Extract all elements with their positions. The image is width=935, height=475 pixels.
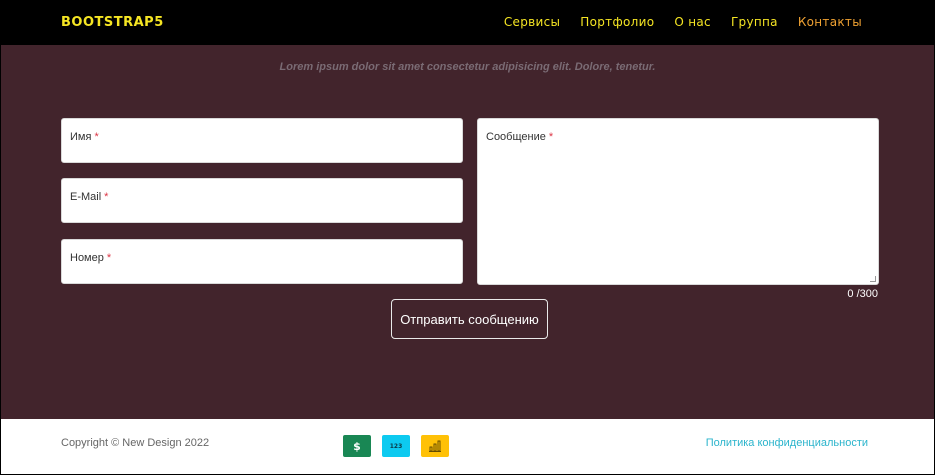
page: BOOTSTRAP5 Сервисы Портфолио О нас Групп…: [1, 1, 934, 474]
dollar-icon[interactable]: $: [343, 435, 371, 457]
name-label: Имя *: [70, 131, 99, 143]
submit-button[interactable]: Отправить сообщению: [391, 299, 548, 339]
message-label: Сообщение *: [486, 131, 554, 143]
privacy-policy-link[interactable]: Политика конфиденциальности: [706, 437, 868, 449]
nav-item-group[interactable]: Группа: [731, 15, 778, 29]
phone-label: Номер *: [70, 252, 112, 264]
lead-text: Lorem ipsum dolor sit amet consectetur a…: [279, 61, 656, 73]
nav-menu: Сервисы Портфолио О нас Группа Контакты: [504, 15, 862, 29]
required-mark: *: [548, 131, 554, 143]
resize-handle-icon[interactable]: [870, 276, 876, 282]
nav-item-contacts[interactable]: Контакты: [798, 15, 862, 29]
chart-icon[interactable]: [421, 435, 449, 457]
required-mark: *: [106, 252, 112, 264]
navbar: BOOTSTRAP5 Сервисы Портфолио О нас Групп…: [1, 1, 934, 45]
email-field[interactable]: E-Mail *: [61, 178, 463, 223]
numbers-icon[interactable]: 123: [382, 435, 410, 457]
required-mark: *: [104, 191, 109, 203]
phone-field[interactable]: Номер *: [61, 239, 463, 284]
email-label: E-Mail *: [70, 191, 109, 203]
character-counter: 0 /300: [847, 288, 878, 300]
required-mark: *: [94, 131, 99, 143]
brand-logo[interactable]: BOOTSTRAP5: [61, 15, 164, 30]
nav-item-services[interactable]: Сервисы: [504, 15, 560, 29]
nav-item-about[interactable]: О нас: [674, 15, 711, 29]
copyright-text: Copyright © New Design 2022: [61, 437, 210, 449]
footer: Copyright © New Design 2022 $ 123 Полити…: [1, 419, 934, 474]
message-textarea[interactable]: Сообщение *: [477, 118, 879, 285]
name-field[interactable]: Имя *: [61, 118, 463, 163]
nav-item-portfolio[interactable]: Портфолио: [580, 15, 654, 29]
